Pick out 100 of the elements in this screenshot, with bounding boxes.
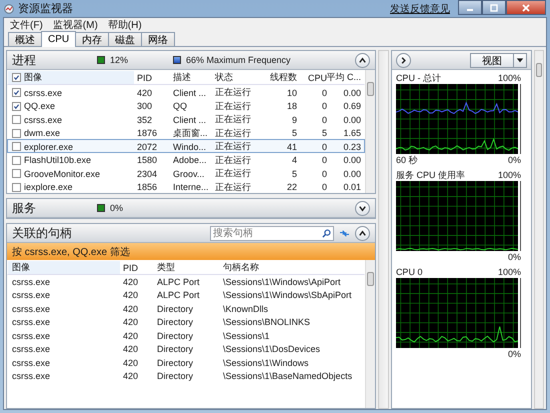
- scrollbar[interactable]: [378, 50, 389, 409]
- checkbox[interactable]: [12, 182, 21, 192]
- table-cell-text: 0.69: [342, 101, 362, 111]
- table-cell-text: Groov...: [172, 168, 206, 178]
- frequency: 66% Maximum Frequency: [186, 55, 291, 65]
- table-cell-text: 4: [290, 155, 298, 165]
- process-row[interactable]: FlashUtil10b.exe 1580 Adobe... 正在运行 4 0 0.00: [7, 152, 365, 166]
- table-cell-text: 0.00: [342, 155, 362, 165]
- menu-item[interactable]: 文件(F): [10, 18, 43, 32]
- checkbox[interactable]: [12, 169, 21, 178]
- column-header[interactable]: 类型: [154, 261, 220, 274]
- checkbox[interactable]: [12, 156, 21, 164]
- table-cell: explorer.exe: [24, 142, 74, 152]
- menu-item[interactable]: 帮助(H): [108, 18, 142, 32]
- checkbox[interactable]: [12, 115, 21, 124]
- frequency-icon: [173, 56, 182, 64]
- feedback-link[interactable]: 发送反馈意见: [390, 2, 450, 16]
- table-cell-text: Windo...: [172, 142, 208, 152]
- process-row[interactable]: iexplore.exe 1856 Interne... 正在运行 22 0 0.01: [7, 180, 365, 193]
- column-header[interactable]: 图像: [8, 261, 120, 274]
- section-header[interactable]: 关联的句柄 搜索句柄: [7, 224, 375, 243]
- table-cell: csrss.exe: [24, 88, 62, 98]
- table-cell-text: \Sessions\BNOLINKS: [222, 317, 312, 328]
- expand-button[interactable]: [355, 200, 370, 216]
- maximize-button[interactable]: [482, 0, 506, 15]
- refresh-button[interactable]: [339, 228, 350, 238]
- table-cell-text: 1.65: [342, 128, 362, 138]
- column-header[interactable]: PID: [134, 72, 170, 82]
- table-cell-text: 41: [286, 142, 298, 152]
- view-button[interactable]: 视图: [470, 52, 514, 68]
- scrollbar[interactable]: [534, 50, 544, 409]
- process-row[interactable]: csrss.exe 352 Client ... 正在运行 9 0 0.00: [7, 112, 365, 126]
- chevron-icon: [358, 204, 367, 212]
- table-cell-text: 桌面窗...: [172, 126, 209, 140]
- axis-max-label: 100%: [498, 170, 522, 180]
- table-cell-text: 420: [122, 276, 140, 287]
- table-cell-text: 0.23: [342, 142, 362, 152]
- section-header[interactable]: 进程 12% 66% Maximum Frequency: [7, 51, 375, 70]
- table-cell-text: \Sessions\1\Windows\SbApiPort: [222, 290, 353, 300]
- table-cell-text: 420: [122, 330, 140, 341]
- table-cell-text: csrss.exe: [11, 276, 52, 287]
- column-header[interactable]: 句柄名称: [220, 261, 364, 274]
- process-row[interactable]: dwm.exe 1876 桌面窗... 正在运行 5 5 1.65: [7, 126, 365, 139]
- close-button[interactable]: [506, 0, 546, 15]
- tab[interactable]: 概述: [8, 32, 42, 46]
- column-header[interactable]: 线程数: [262, 71, 300, 84]
- window-title: 资源监视器: [18, 2, 73, 16]
- axis-min-label: 0%: [508, 252, 522, 262]
- table-cell: iexplore.exe: [24, 182, 73, 192]
- tab[interactable]: 网络: [141, 32, 176, 46]
- axis-min-label: 0%: [508, 155, 522, 165]
- checkbox[interactable]: [12, 102, 21, 110]
- cpu-usage: 12%: [110, 55, 128, 65]
- collapse-button[interactable]: [355, 52, 370, 68]
- tab[interactable]: 内存: [75, 32, 110, 46]
- table-cell-text: csrss.exe: [11, 317, 52, 328]
- process-row[interactable]: csrss.exe 420 Client ... 正在运行 10 0 0.00: [7, 85, 365, 98]
- chevron-icon: [398, 56, 408, 64]
- search-icon: [322, 228, 331, 238]
- column-header[interactable]: 描述: [170, 71, 212, 84]
- section-title: 关联的句柄: [12, 224, 73, 242]
- checkbox[interactable]: [12, 128, 21, 138]
- table-cell-text: 420: [136, 88, 154, 98]
- axis-min-label: 0%: [508, 349, 522, 359]
- table-cell-text: 9: [290, 114, 298, 124]
- column-header[interactable]: PID: [120, 262, 154, 272]
- table-cell-text: 420: [122, 304, 140, 314]
- chart-title: CPU 0: [396, 267, 422, 277]
- minimize-button[interactable]: [458, 0, 482, 15]
- column-header[interactable]: 图像: [8, 71, 134, 84]
- table-cell-text: Directory: [156, 304, 194, 314]
- checkbox[interactable]: [12, 88, 21, 97]
- table-cell-text: Adobe...: [172, 155, 208, 165]
- scrollbar[interactable]: [365, 70, 375, 193]
- process-row[interactable]: QQ.exe 300 QQ 正在运行 18 0 0.69: [7, 98, 365, 112]
- menu-item[interactable]: 监视器(M): [52, 18, 98, 32]
- section-header[interactable]: 服务 0%: [7, 199, 375, 218]
- column-header[interactable]: 状态: [212, 71, 262, 84]
- checkbox[interactable]: [12, 142, 21, 151]
- table-cell-text: 352: [136, 114, 154, 124]
- chevron-icon: [358, 56, 367, 64]
- cpu-usage: 0%: [110, 203, 124, 213]
- table-cell-text: 5: [290, 128, 298, 138]
- process-row[interactable]: GrooveMonitor.exe 2304 Groov... 正在运行 5 0 0.00: [7, 166, 365, 180]
- maximize-icon: [489, 4, 499, 12]
- collapse-button[interactable]: [355, 226, 370, 240]
- scrollbar[interactable]: [365, 260, 375, 408]
- tab[interactable]: 磁盘: [108, 32, 142, 46]
- table-cell-text: 0: [320, 88, 328, 98]
- expand-button[interactable]: [396, 52, 411, 68]
- table-cell-text: 正在运行: [214, 126, 252, 140]
- dropdown-button[interactable]: [514, 52, 528, 68]
- search-field[interactable]: 搜索句柄: [210, 226, 334, 240]
- table-cell-text: 18: [286, 101, 298, 111]
- checkbox[interactable]: [12, 73, 21, 82]
- chart-title: 服务 CPU 使用率: [396, 168, 465, 182]
- tab[interactable]: CPU: [41, 31, 76, 47]
- table-cell-text: 1580: [136, 155, 158, 165]
- process-row[interactable]: explorer.exe 2072 Windo... 正在运行 41 0 0.23: [7, 139, 365, 152]
- table-cell-text: \Sessions\1\DosDevices: [222, 344, 322, 354]
